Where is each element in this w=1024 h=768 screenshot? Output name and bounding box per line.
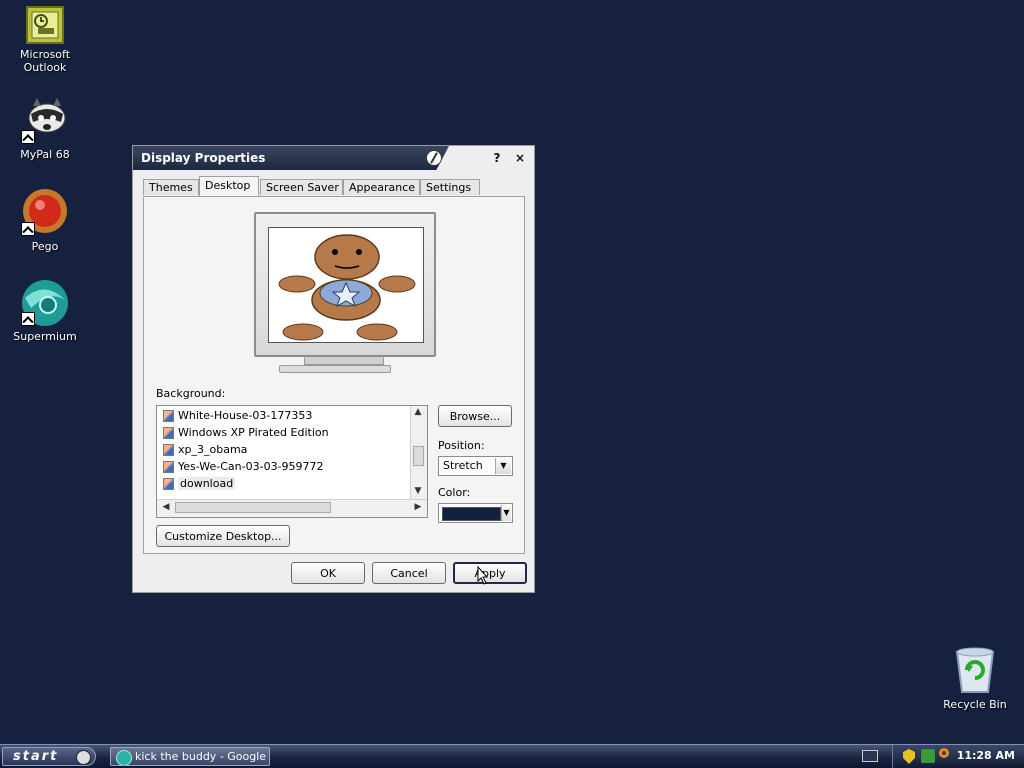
tab-settings[interactable]: Settings: [420, 179, 480, 195]
dialog-title: Display Properties: [141, 151, 266, 165]
start-button[interactable]: start: [2, 747, 96, 766]
ok-button[interactable]: OK: [291, 562, 365, 584]
taskbar-button-browser[interactable]: kick the buddy - Google ...: [110, 747, 270, 766]
desktop-icon-mypal[interactable]: MyPal 68: [0, 96, 93, 161]
supermium-icon: [116, 750, 132, 765]
taskbar: start kick the buddy - Google ... 11:28 …: [0, 744, 1024, 768]
horizontal-scrollbar[interactable]: ◀ ▶: [157, 499, 427, 517]
monitor-stand: [304, 357, 384, 365]
list-item[interactable]: White-House-03-177353: [163, 408, 312, 424]
shortcut-arrow-icon: [21, 130, 35, 144]
title-bar[interactable]: Display Properties ? ×: [133, 146, 534, 170]
desktop-icon-label: Recycle Bin: [943, 698, 1007, 711]
color-picker[interactable]: ▼: [438, 503, 513, 523]
monitor-preview: [254, 212, 436, 357]
shortcut-arrow-icon: [21, 312, 35, 326]
browse-button[interactable]: Browse...: [438, 405, 512, 427]
desktop-icon-supermium[interactable]: Supermium: [0, 278, 93, 343]
keyboard-icon[interactable]: [862, 750, 878, 762]
customize-desktop-button[interactable]: Customize Desktop...: [156, 525, 290, 547]
scroll-thumb[interactable]: [413, 446, 424, 466]
tab-screen-saver[interactable]: Screen Saver: [260, 179, 343, 195]
mouse-cursor-icon: [477, 566, 489, 585]
position-select[interactable]: Stretch ▼: [438, 456, 513, 476]
outlook-icon: [26, 6, 64, 44]
vertical-scrollbar[interactable]: ▲ ▼: [410, 406, 427, 500]
system-tray: 11:28 AM: [892, 745, 1024, 768]
theme-logo-icon: [76, 750, 91, 765]
desktop-tab-panel: Background: White-House-03-177353 Window…: [143, 196, 525, 554]
scroll-left-icon[interactable]: ◀: [159, 502, 173, 512]
image-file-icon: [163, 461, 174, 473]
desktop-icon-label: Microsoft Outlook: [19, 48, 71, 74]
scroll-down-icon[interactable]: ▼: [411, 486, 425, 496]
task-label: kick the buddy - Google ...: [135, 750, 270, 763]
security-shield-icon[interactable]: [903, 749, 915, 764]
list-item[interactable]: Yes-We-Can-03-03-959772: [163, 459, 324, 475]
color-label: Color:: [438, 486, 471, 499]
chevron-down-icon[interactable]: ▼: [495, 458, 511, 474]
background-label: Background:: [156, 387, 226, 400]
position-label: Position:: [438, 439, 485, 452]
desktop-icon-label: MyPal 68: [20, 148, 70, 161]
desktop-icon-label: Pego: [31, 240, 59, 253]
image-file-icon: [163, 410, 174, 422]
desktop-icon-pego[interactable]: Pego: [0, 188, 93, 253]
monitor-base: [279, 365, 391, 373]
color-swatch: [442, 507, 501, 521]
supermium-icon: [21, 278, 69, 326]
theme-logo-icon: [426, 150, 442, 166]
scroll-up-icon[interactable]: ▲: [411, 407, 425, 417]
search-icon[interactable]: [939, 748, 949, 758]
tab-desktop[interactable]: Desktop: [199, 176, 259, 196]
clock[interactable]: 11:28 AM: [957, 749, 1015, 762]
wallpaper-preview: [268, 227, 424, 343]
image-file-icon: [163, 444, 174, 456]
position-value: Stretch: [443, 459, 483, 472]
start-label: start: [13, 749, 59, 764]
background-list[interactable]: White-House-03-177353 Windows XP Pirated…: [156, 405, 428, 518]
list-item-selected[interactable]: download: [163, 476, 236, 492]
image-file-icon: [163, 427, 174, 439]
buddy-doll-image: [269, 228, 423, 342]
display-properties-dialog: Display Properties ? × Themes Desktop Sc…: [132, 145, 535, 593]
apply-button[interactable]: Apply: [453, 562, 527, 584]
chevron-down-icon[interactable]: ▼: [501, 505, 511, 521]
mypal-raccoon-icon: [21, 96, 69, 144]
pego-icon: [21, 188, 69, 236]
scroll-thumb[interactable]: [175, 502, 331, 513]
desktop-icon-recycle-bin[interactable]: Recycle Bin: [927, 646, 1023, 711]
shortcut-arrow-icon: [21, 222, 35, 236]
list-item[interactable]: xp_3_obama: [163, 442, 247, 458]
close-button[interactable]: ×: [512, 150, 528, 166]
tab-appearance[interactable]: Appearance: [343, 179, 420, 195]
desktop-icon-label: Supermium: [13, 330, 77, 343]
cancel-button[interactable]: Cancel: [372, 562, 446, 584]
help-button[interactable]: ?: [489, 150, 505, 166]
scroll-right-icon[interactable]: ▶: [411, 502, 425, 512]
recycle-bin-icon: [951, 646, 999, 694]
list-item[interactable]: Windows XP Pirated Edition: [163, 425, 329, 441]
network-icon[interactable]: [921, 749, 935, 763]
desktop-icon-microsoft-outlook[interactable]: Microsoft Outlook: [0, 6, 93, 74]
tab-themes[interactable]: Themes: [143, 179, 199, 195]
image-file-icon: [163, 478, 174, 490]
